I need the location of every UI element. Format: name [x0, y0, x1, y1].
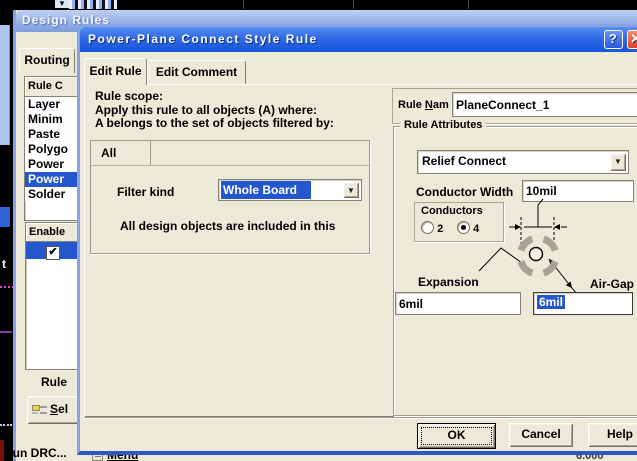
air-gap-value: 6mil	[537, 295, 566, 309]
help-titlebar-button[interactable]: ?	[604, 30, 623, 49]
power-plane-dialog: Power-Plane Connect Style Rule ? ✕ Edit …	[77, 24, 637, 455]
button-separator	[84, 417, 637, 419]
rule-scope-line2: A belongs to the set of objects filtered…	[95, 116, 334, 130]
air-gap-label: Air-Gap	[590, 277, 635, 291]
rule-name-input[interactable]	[452, 92, 637, 117]
list-item-power-plane-selected[interactable]: Power	[25, 172, 85, 187]
rule-label: Rule	[41, 375, 68, 389]
pcb-trace-fragment	[0, 286, 14, 288]
pcb-trace-fragment	[0, 424, 12, 426]
filter-tab-strip: All	[91, 141, 369, 166]
filter-kind-value: Whole Board	[221, 181, 311, 199]
expansion-label: Expansion	[418, 275, 479, 289]
pcb-highlight-fragment	[0, 207, 10, 227]
dialog-title: Power-Plane Connect Style Rule	[88, 32, 318, 46]
screen: ▼ t Design Rules Routing Rule C Layer Mi…	[0, 0, 637, 461]
dialog-titlebar[interactable]: Power-Plane Connect Style Rule ? ✕	[80, 27, 637, 52]
select-button[interactable]: Sel	[27, 396, 82, 424]
pcb-grid-line	[353, 0, 354, 9]
connect-style-combobox[interactable]: Relief Connect ▼	[417, 150, 629, 174]
filter-kind-label: Filter kind	[117, 185, 175, 199]
ok-button[interactable]: OK	[417, 423, 496, 449]
rule-scope-line1: Apply this rule to all objects (A) where…	[95, 103, 318, 117]
rule-class-column-header[interactable]: Rule C	[25, 77, 85, 97]
list-item-polygon[interactable]: Polygo	[25, 142, 85, 157]
conductors-radio-2[interactable]: 2	[421, 221, 443, 235]
help-button[interactable]: Help	[588, 423, 637, 447]
tab-edit-rule[interactable]: Edit Rule	[84, 58, 147, 85]
list-item-paste[interactable]: Paste	[25, 127, 85, 142]
list-item-minimum[interactable]: Minim	[25, 112, 85, 127]
chevron-down-icon[interactable]: ▼	[343, 182, 359, 198]
select-button-label: Sel	[50, 402, 69, 416]
expansion-input[interactable]	[395, 292, 521, 315]
pcb-grid-line	[243, 0, 244, 9]
connect-style-value: Relief Connect	[422, 154, 507, 168]
pcb-trace-fragment	[0, 331, 12, 333]
enabled-checkbox[interactable]: ✔	[46, 246, 60, 260]
rule-attributes-label: Rule Attributes	[400, 119, 487, 131]
filter-kind-combobox[interactable]: Whole Board ▼	[218, 179, 362, 201]
filter-box: All Filter kind Whole Board ▼ All design…	[90, 140, 370, 254]
list-item-layer[interactable]: Layer	[25, 97, 85, 112]
radio-icon[interactable]	[421, 221, 434, 234]
list-item-power[interactable]: Power	[25, 157, 85, 172]
window-edge-fragment	[0, 25, 10, 145]
filter-description: All design objects are included in this	[120, 219, 336, 233]
rule-attributes-groupbox: Rule Attributes Relief Connect ▼ Conduct…	[393, 119, 637, 416]
tab-routing[interactable]: Routing	[19, 48, 75, 73]
list-item-solder[interactable]: Solder	[25, 187, 85, 202]
pcb-grid-line	[468, 0, 469, 9]
chevron-down-icon[interactable]: ▼	[610, 153, 626, 171]
toolbar-dropdown-arrow-icon[interactable]: ▼	[55, 0, 69, 8]
toolbar-stripes-fragment	[69, 0, 117, 9]
tab-edit-comment[interactable]: Edit Comment	[147, 60, 246, 85]
radio-2-label: 2	[437, 223, 444, 235]
run-drc-button[interactable]: Run DRC...	[4, 446, 67, 460]
close-button[interactable]: ✕	[627, 30, 637, 49]
air-gap-input[interactable]: 6mil	[533, 292, 633, 315]
rule-scope-heading: Rule scope:	[95, 89, 164, 103]
filter-tab-all[interactable]: All	[93, 141, 151, 165]
cancel-button[interactable]: Cancel	[509, 423, 573, 447]
rule-name-label: Rule Nam	[398, 99, 449, 111]
pcb-text-fragment: t	[2, 257, 6, 271]
select-button-icon	[32, 404, 47, 416]
